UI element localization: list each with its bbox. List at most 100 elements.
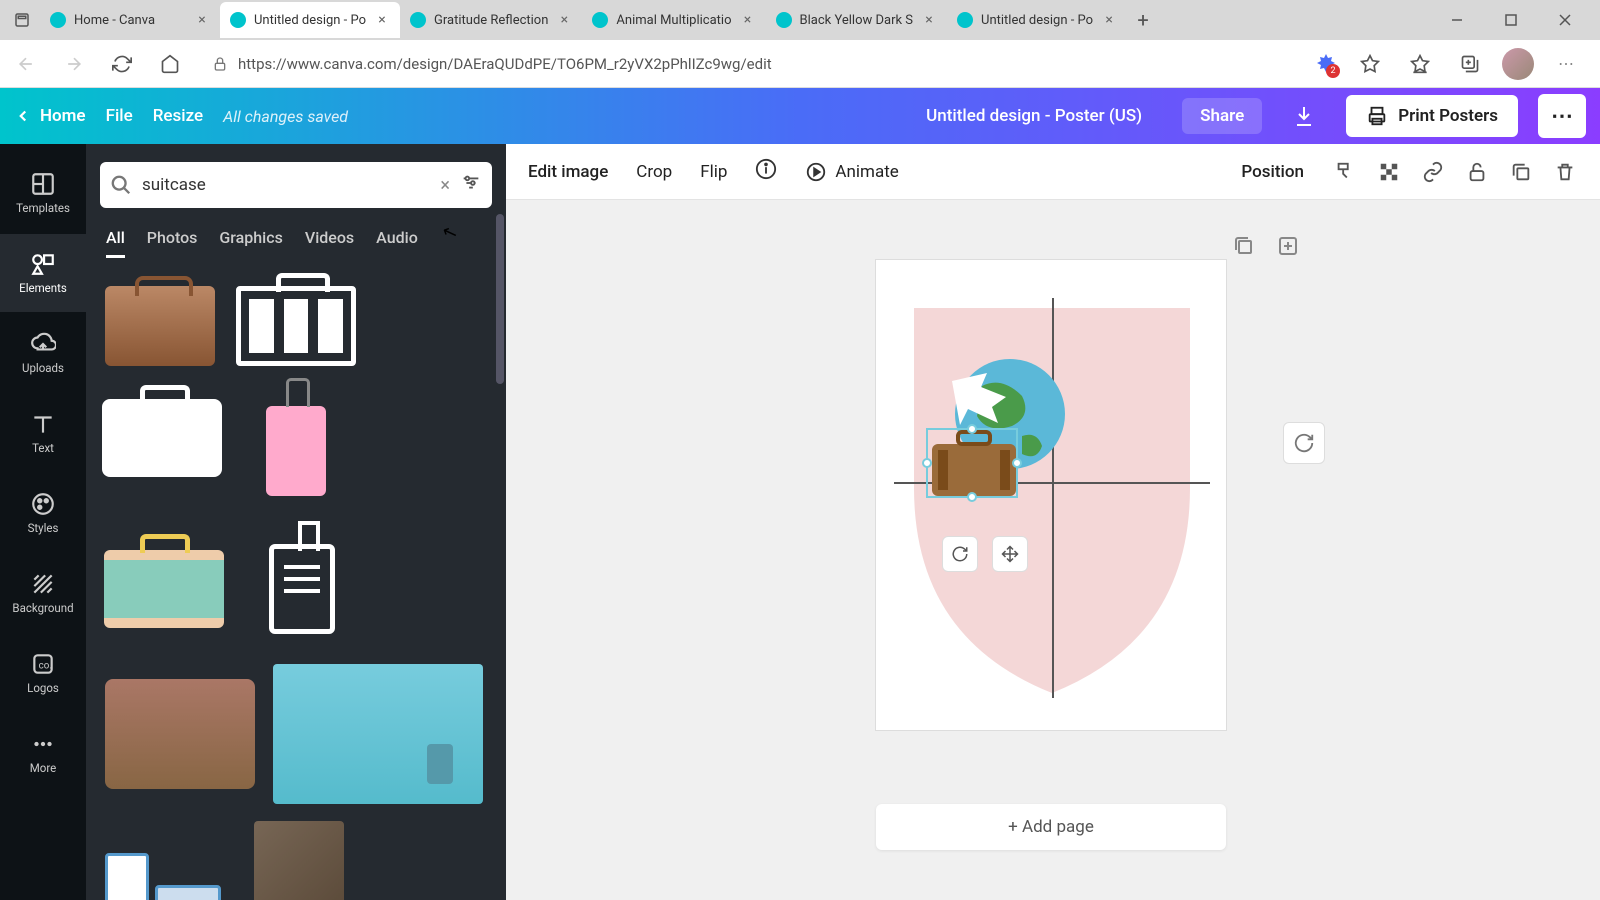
duplicate-page-icon[interactable] bbox=[1232, 234, 1256, 262]
rail-more[interactable]: More bbox=[0, 714, 86, 792]
new-tab-button[interactable]: + bbox=[1127, 4, 1159, 36]
add-page-icon[interactable] bbox=[1276, 234, 1300, 262]
collections-icon[interactable] bbox=[1452, 46, 1488, 82]
download-button[interactable] bbox=[1282, 94, 1326, 138]
element-thumb[interactable]: 8.0s bbox=[252, 816, 346, 900]
favorite-icon[interactable] bbox=[1352, 46, 1388, 82]
share-button[interactable]: Share bbox=[1182, 98, 1262, 134]
profile-avatar[interactable] bbox=[1502, 48, 1534, 80]
svg-text:co.: co. bbox=[39, 660, 52, 671]
search-input[interactable] bbox=[142, 175, 430, 195]
browser-menu-icon[interactable]: ⋯ bbox=[1548, 46, 1584, 82]
filter-audio[interactable]: Audio bbox=[376, 228, 418, 258]
close-icon[interactable]: × bbox=[1101, 12, 1117, 28]
refresh-icon[interactable] bbox=[104, 46, 140, 82]
filter-tabs: All Photos Graphics Videos Audio ↖ bbox=[86, 214, 506, 266]
favorites-bar-icon[interactable] bbox=[1402, 46, 1438, 82]
home-button[interactable]: Home bbox=[14, 106, 86, 126]
element-thumb[interactable] bbox=[240, 526, 364, 652]
browser-tab[interactable]: Animal Multiplicatio × bbox=[582, 2, 765, 38]
minimize-icon[interactable] bbox=[1434, 4, 1480, 36]
canva-favicon-icon bbox=[230, 12, 246, 28]
print-label: Print Posters bbox=[1398, 106, 1498, 126]
design-page[interactable] bbox=[876, 260, 1226, 730]
filter-photos[interactable]: Photos bbox=[147, 228, 198, 258]
lock-icon[interactable] bbox=[1464, 159, 1490, 185]
shield-shape[interactable] bbox=[894, 298, 1210, 698]
more-menu-button[interactable]: ⋯ bbox=[1538, 94, 1586, 138]
browser-tab[interactable]: Untitled design - Po × bbox=[220, 2, 400, 38]
rail-elements[interactable]: Elements bbox=[0, 234, 86, 312]
transparency-icon[interactable] bbox=[1376, 159, 1402, 185]
close-icon[interactable]: × bbox=[194, 12, 210, 28]
rotate-handle[interactable] bbox=[942, 536, 978, 572]
browser-tab[interactable]: Home - Canva × bbox=[40, 2, 220, 38]
crop-button[interactable]: Crop bbox=[636, 162, 672, 182]
rail-uploads[interactable]: Uploads bbox=[0, 314, 86, 392]
move-handle[interactable] bbox=[992, 536, 1028, 572]
browser-tab[interactable]: Black Yellow Dark S × bbox=[766, 2, 948, 38]
canvas-stage[interactable]: + Add page bbox=[506, 200, 1600, 900]
file-menu[interactable]: File bbox=[106, 106, 133, 126]
close-icon[interactable]: × bbox=[374, 12, 390, 28]
canva-favicon-icon bbox=[957, 12, 973, 28]
element-thumb[interactable] bbox=[232, 276, 360, 376]
element-thumb[interactable] bbox=[272, 664, 484, 804]
rail-logos[interactable]: co. Logos bbox=[0, 634, 86, 712]
extension-icon[interactable]: 2 bbox=[1314, 52, 1338, 76]
rail-styles[interactable]: Styles bbox=[0, 474, 86, 552]
url-field[interactable]: https://www.canva.com/design/DAEraQUDdPE… bbox=[200, 46, 1302, 82]
link-icon[interactable] bbox=[1420, 159, 1446, 185]
close-icon[interactable]: × bbox=[740, 12, 756, 28]
forward-icon[interactable] bbox=[56, 46, 92, 82]
animate-button[interactable]: Animate bbox=[805, 161, 898, 183]
canva-favicon-icon bbox=[592, 12, 608, 28]
browser-tab[interactable]: Untitled design - Po × bbox=[947, 2, 1127, 38]
rail-text[interactable]: Text bbox=[0, 394, 86, 472]
flip-button[interactable]: Flip bbox=[700, 162, 727, 182]
element-thumb[interactable] bbox=[236, 388, 356, 514]
maximize-icon[interactable] bbox=[1488, 4, 1534, 36]
regenerate-button[interactable] bbox=[1283, 422, 1325, 464]
duplicate-icon[interactable] bbox=[1508, 159, 1534, 185]
tab-title: Gratitude Reflection bbox=[434, 13, 548, 28]
info-icon[interactable] bbox=[755, 158, 777, 185]
rail-templates[interactable]: Templates bbox=[0, 154, 86, 232]
rail-background[interactable]: Background bbox=[0, 554, 86, 632]
edit-image-button[interactable]: Edit image bbox=[528, 162, 608, 182]
clear-search-icon[interactable]: × bbox=[440, 175, 450, 196]
canva-favicon-icon bbox=[50, 12, 66, 28]
position-button[interactable]: Position bbox=[1241, 162, 1304, 182]
scrollbar[interactable] bbox=[496, 214, 504, 384]
tab-actions-icon[interactable] bbox=[4, 2, 40, 38]
side-rail: Templates Elements Uploads Text Styles B… bbox=[0, 144, 86, 900]
filter-videos[interactable]: Videos bbox=[305, 228, 354, 258]
filter-graphics[interactable]: Graphics bbox=[219, 228, 282, 258]
uploads-icon bbox=[30, 331, 56, 357]
delete-icon[interactable] bbox=[1552, 159, 1578, 185]
element-thumb[interactable] bbox=[100, 816, 240, 900]
back-icon[interactable] bbox=[8, 46, 44, 82]
element-thumb[interactable] bbox=[100, 664, 260, 804]
print-posters-button[interactable]: Print Posters bbox=[1346, 95, 1518, 137]
tab-title: Animal Multiplicatio bbox=[616, 13, 731, 28]
close-icon[interactable]: × bbox=[556, 12, 572, 28]
element-thumb[interactable] bbox=[100, 276, 220, 376]
close-window-icon[interactable] bbox=[1542, 4, 1588, 36]
element-thumb[interactable] bbox=[100, 388, 224, 488]
cursor-icon: ↖ bbox=[439, 220, 463, 253]
resize-menu[interactable]: Resize bbox=[153, 106, 203, 126]
close-icon[interactable]: × bbox=[921, 12, 937, 28]
address-bar: https://www.canva.com/design/DAEraQUDdPE… bbox=[0, 40, 1600, 88]
browser-tab[interactable]: Gratitude Reflection × bbox=[400, 2, 582, 38]
element-thumb[interactable] bbox=[100, 526, 228, 652]
selected-suitcase[interactable] bbox=[926, 428, 1018, 498]
search-filter-icon[interactable] bbox=[460, 172, 482, 198]
document-title[interactable]: Untitled design - Poster (US) bbox=[926, 106, 1142, 126]
add-page-button[interactable]: + Add page bbox=[876, 804, 1226, 850]
search-box: × bbox=[100, 162, 492, 208]
copy-style-icon[interactable] bbox=[1332, 159, 1358, 185]
filter-all[interactable]: All bbox=[106, 228, 125, 258]
tab-title: Untitled design - Po bbox=[981, 13, 1093, 28]
home-icon[interactable] bbox=[152, 46, 188, 82]
